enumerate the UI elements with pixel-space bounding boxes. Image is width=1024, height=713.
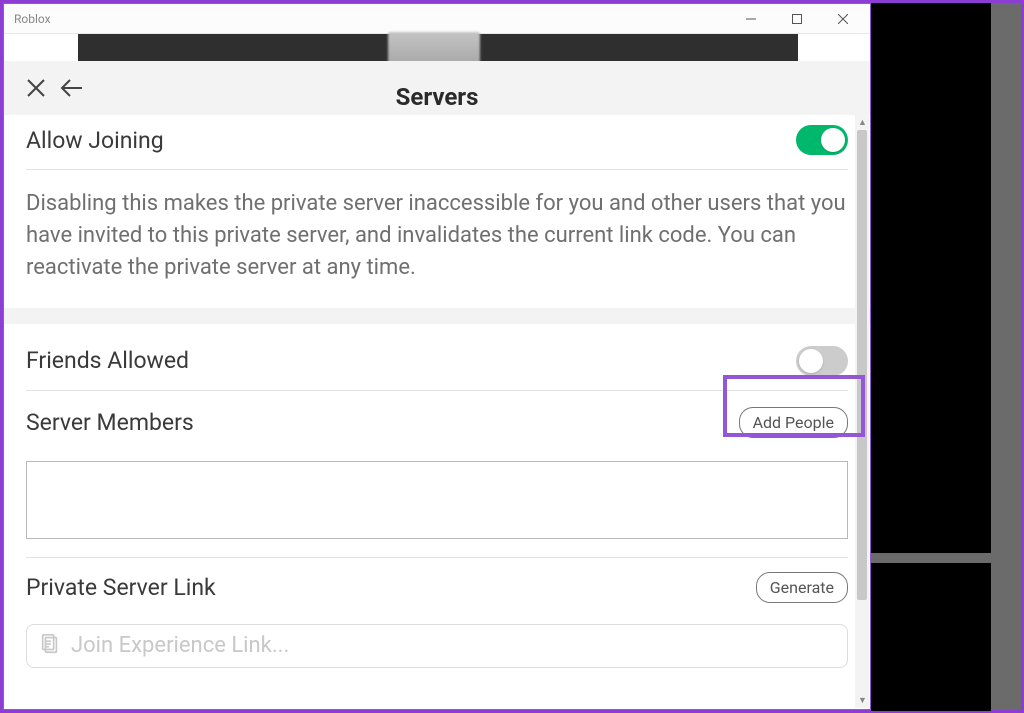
link-placeholder: Join Experience Link... <box>71 633 289 658</box>
friends-allowed-toggle[interactable] <box>796 346 848 376</box>
close-modal-button[interactable] <box>22 74 50 102</box>
maximize-button[interactable] <box>774 5 820 33</box>
clipboard-icon <box>39 633 61 659</box>
server-members-box[interactable] <box>26 461 848 539</box>
back-button[interactable] <box>58 74 86 102</box>
toggle-knob <box>821 128 845 152</box>
window-titlebar: Roblox <box>4 4 870 34</box>
window-controls <box>728 5 866 33</box>
divider <box>26 557 848 558</box>
private-server-link-row: Private Server Link Generate <box>26 562 848 614</box>
friends-allowed-row: Friends Allowed <box>26 336 848 386</box>
minimize-icon <box>746 14 756 24</box>
section-gap <box>4 308 870 324</box>
allow-joining-description: Disabling this makes the private server … <box>4 174 870 308</box>
server-members-row: Server Members Add People <box>26 395 848 451</box>
close-icon <box>838 14 848 24</box>
toggle-knob <box>799 349 823 373</box>
blurred-label <box>388 32 480 64</box>
scroll-up-icon: ▲ <box>858 117 867 128</box>
scrollbar[interactable]: ▲ ▼ <box>855 115 869 708</box>
maximize-icon <box>792 14 802 24</box>
generate-button[interactable]: Generate <box>756 572 848 603</box>
close-window-button[interactable] <box>820 5 866 33</box>
friends-allowed-label: Friends Allowed <box>26 347 189 374</box>
modal-title: Servers <box>396 83 479 111</box>
scroll-down-icon: ▼ <box>858 695 867 706</box>
server-members-label: Server Members <box>26 409 194 436</box>
window-title: Roblox <box>14 12 51 26</box>
roblox-window: Roblox Servers Allow Joining <box>3 3 871 710</box>
divider <box>26 169 848 170</box>
game-header-bar <box>78 34 798 61</box>
x-icon <box>26 78 46 98</box>
join-experience-link-field[interactable]: Join Experience Link... <box>26 624 848 668</box>
private-server-link-label: Private Server Link <box>26 574 216 601</box>
background-panel-top <box>871 3 991 553</box>
scrollbar-thumb[interactable] <box>857 130 867 600</box>
modal-header: Servers <box>4 61 870 115</box>
allow-joining-row: Allow Joining <box>26 115 848 165</box>
allow-joining-toggle[interactable] <box>796 125 848 155</box>
divider <box>26 390 848 391</box>
back-arrow-icon <box>60 78 84 98</box>
minimize-button[interactable] <box>728 5 774 33</box>
add-people-button[interactable]: Add People <box>739 407 848 438</box>
modal-content: Allow Joining Disabling this makes the p… <box>4 115 870 709</box>
background-panel-bottom <box>871 563 991 711</box>
allow-joining-label: Allow Joining <box>26 127 164 154</box>
